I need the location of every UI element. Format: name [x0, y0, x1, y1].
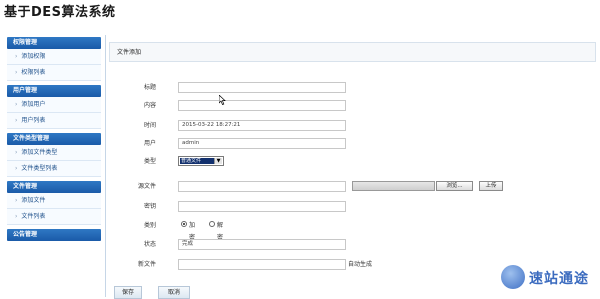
chevron-right-icon: › — [15, 117, 18, 124]
user-label: 用户 — [143, 140, 156, 147]
title-input[interactable] — [178, 82, 346, 93]
sidebar-item-label: 添加文件 — [21, 197, 46, 204]
file-path-bar[interactable] — [352, 181, 435, 191]
auto-generate-hint: 自动生成 — [348, 261, 373, 268]
sidebar-item-permission-list[interactable]: › 权限列表 — [7, 65, 101, 81]
key-input[interactable] — [178, 201, 346, 212]
chevron-right-icon: › — [15, 213, 18, 220]
mouse-cursor-icon — [219, 95, 226, 105]
sidebar-item-add-file-type[interactable]: › 添加文件类型 — [7, 145, 101, 161]
chevron-right-icon: › — [15, 149, 18, 156]
sidebar-header-files[interactable]: 文件管理 — [7, 181, 101, 193]
sidebar-header-permissions[interactable]: 权限管理 — [7, 37, 101, 49]
type-label: 类型 — [143, 158, 156, 165]
sidebar-group-files: 文件管理 › 添加文件 › 文件列表 — [7, 181, 101, 225]
save-button[interactable]: 保存 — [114, 286, 142, 299]
time-input[interactable]: 2015-03-22 18:27:21 — [178, 120, 346, 131]
type-select-value: 普通文件 — [180, 158, 214, 164]
sidebar-header-file-types[interactable]: 文件类型管理 — [7, 133, 101, 145]
app-title: 基于DES算法系统 — [4, 5, 116, 20]
new-file-input[interactable] — [178, 259, 346, 270]
sidebar-group-announcements: 公告管理 — [7, 229, 101, 241]
sidebar-item-label: 文件列表 — [21, 213, 46, 220]
chevron-right-icon: › — [15, 101, 18, 108]
panel-title: 文件添加 — [109, 42, 596, 62]
upload-button[interactable]: 上传 — [479, 181, 503, 191]
new-file-label: 新文件 — [137, 261, 156, 268]
sidebar-header-announcements[interactable]: 公告管理 — [7, 229, 101, 241]
chevron-right-icon: › — [15, 69, 18, 76]
sidebar-item-label: 文件类型列表 — [21, 165, 58, 172]
sidebar-item-label: 添加权限 — [21, 53, 46, 60]
sidebar-item-add-file[interactable]: › 添加文件 — [7, 193, 101, 209]
chevron-down-icon: ▼ — [214, 158, 222, 164]
source-file-input[interactable] — [178, 181, 346, 192]
encrypt-radio[interactable] — [181, 221, 187, 227]
chevron-right-icon: › — [15, 197, 18, 204]
cancel-button[interactable]: 取消 — [158, 286, 190, 299]
chevron-right-icon: › — [15, 53, 18, 60]
watermark-text: 速站通途 — [529, 271, 589, 287]
status-label: 状态 — [143, 241, 156, 248]
sidebar-item-label: 权限列表 — [21, 69, 46, 76]
type-select[interactable]: 普通文件 ▼ — [178, 156, 224, 166]
user-input[interactable]: admin — [178, 138, 346, 149]
sidebar-item-user-list[interactable]: › 用户列表 — [7, 113, 101, 129]
decrypt-radio[interactable] — [209, 221, 215, 227]
chevron-right-icon: › — [15, 165, 18, 172]
sidebar-item-add-user[interactable]: › 添加用户 — [7, 97, 101, 113]
content-label: 内容 — [143, 102, 156, 109]
title-label: 标题 — [143, 84, 156, 91]
sidebar-item-add-permission[interactable]: › 添加权限 — [7, 49, 101, 65]
sidebar-item-label: 添加用户 — [21, 101, 46, 108]
content-input[interactable] — [178, 100, 346, 111]
key-label: 密钥 — [143, 203, 156, 210]
sidebar-header-users[interactable]: 用户管理 — [7, 85, 101, 97]
sidebar-group-permissions: 权限管理 › 添加权限 › 权限列表 — [7, 37, 101, 81]
sidebar-item-file-list[interactable]: › 文件列表 — [7, 209, 101, 225]
category-label: 类别 — [143, 222, 156, 229]
status-input[interactable]: 完成 — [178, 239, 346, 250]
sidebar-item-label: 添加文件类型 — [21, 149, 58, 156]
source-file-label: 源文件 — [137, 183, 156, 190]
sidebar: 权限管理 › 添加权限 › 权限列表 用户管理 › 添加用户 › 用户列表 文件类型管理… — [7, 37, 101, 245]
sidebar-item-file-type-list[interactable]: › 文件类型列表 — [7, 161, 101, 177]
watermark-logo-icon — [501, 265, 525, 289]
sidebar-group-users: 用户管理 › 添加用户 › 用户列表 — [7, 85, 101, 129]
time-label: 时间 — [143, 122, 156, 129]
browse-button[interactable]: 浏览... — [436, 181, 473, 191]
main-content: 文件添加 标题 内容 时间 2015-03-22 18:27:21 用户 adm… — [105, 35, 600, 299]
sidebar-item-label: 用户列表 — [21, 117, 46, 124]
sidebar-group-file-types: 文件类型管理 › 添加文件类型 › 文件类型列表 — [7, 133, 101, 177]
